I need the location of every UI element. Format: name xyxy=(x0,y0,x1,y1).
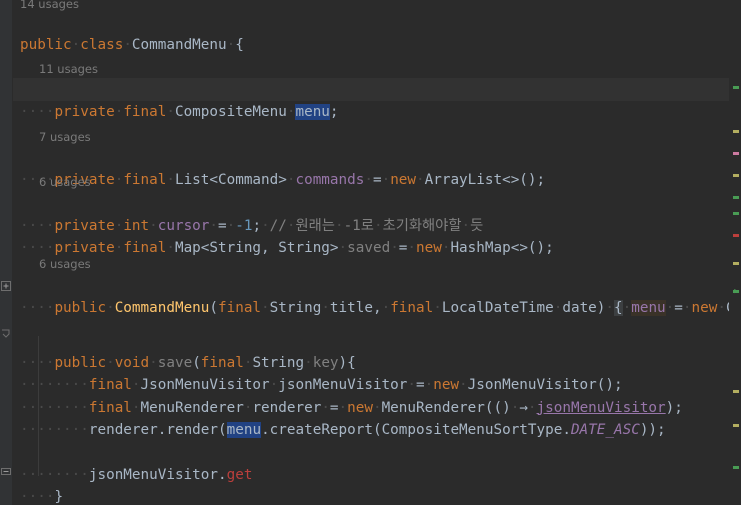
code-line: ····} xyxy=(0,463,741,505)
code-line: ········jsonMenuVisitor.get xyxy=(0,441,741,483)
usage-hint[interactable]: 6 usages xyxy=(39,256,741,272)
code-line-text: public·class·CommandMenu·{ xyxy=(20,36,244,53)
code-line-text: ····public·CommandMenu(final·String·titl… xyxy=(20,299,741,316)
code-line: ········final·MenuRenderer·renderer·=·ne… xyxy=(0,374,741,416)
code-line: ········final·JsonMenuVisitor·jsonMenuVi… xyxy=(0,351,741,393)
selected-token: menu xyxy=(295,103,330,120)
selected-token: menu xyxy=(226,421,262,438)
code-line: ····private·int·cursor·=·-1;·//·원래는·-1로·… xyxy=(0,192,741,234)
usage-hint[interactable]: 6 usages xyxy=(39,174,741,190)
code-line-text: ····private·final·CompositeMenu·menu; xyxy=(20,103,339,120)
code-line-text: ····} xyxy=(20,488,64,505)
stripe-marker-warning[interactable] xyxy=(733,390,739,393)
code-line: ····private·final·Map<String, String>·sa… xyxy=(0,214,741,256)
code-line: ········renderer.render(menu.createRepor… xyxy=(0,396,741,438)
code-line: ····public·CommandMenu(final·String·titl… xyxy=(0,274,741,316)
stripe-marker-warning[interactable] xyxy=(733,424,739,427)
usage-hint[interactable]: 11 usages xyxy=(39,61,741,77)
stripe-marker-warning[interactable] xyxy=(733,262,739,265)
stripe-marker-vcs-added[interactable] xyxy=(733,212,739,215)
stripe-marker-warning[interactable] xyxy=(733,174,739,177)
code-editor[interactable]: 14 usages public·class·CommandMenu·{ 11 … xyxy=(0,0,741,505)
code-continues-indicator: ▸ xyxy=(733,284,740,297)
code-area[interactable]: 14 usages public·class·CommandMenu·{ 11 … xyxy=(0,0,741,505)
stripe-marker-typo[interactable] xyxy=(733,152,739,155)
stripe-marker-warning[interactable] xyxy=(733,130,739,133)
code-line: ····public·void·save(final·String·key){ xyxy=(0,329,741,371)
code-line: ····private·final·CompositeMenu·menu; xyxy=(0,78,741,120)
stripe-marker-vcs-added[interactable] xyxy=(733,86,739,89)
code-line-text: ········renderer.render(menu.createRepor… xyxy=(20,421,666,438)
error-stripe-scrollbar[interactable] xyxy=(729,0,741,505)
code-line: public·class·CommandMenu·{ xyxy=(0,11,741,53)
stripe-marker-error[interactable] xyxy=(733,234,739,237)
stripe-marker-vcs-added[interactable] xyxy=(733,466,739,469)
stripe-marker-vcs-added[interactable] xyxy=(733,196,739,199)
code-line: ····private·final·List<Command>·commands… xyxy=(0,146,741,188)
usage-hint[interactable]: 7 usages xyxy=(39,129,741,145)
